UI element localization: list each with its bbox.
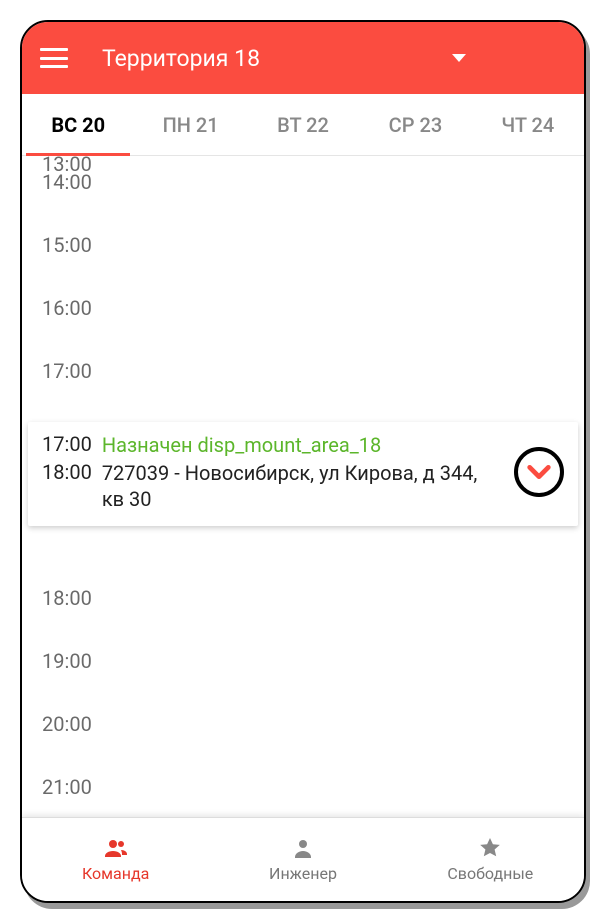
time-row: 13:00 [22, 156, 584, 170]
tab-label: ВС 20 [51, 113, 105, 137]
nav-label: Команда [82, 864, 149, 883]
hamburger-menu-icon[interactable] [40, 48, 68, 68]
nav-label: Свободные [447, 864, 533, 883]
nav-free[interactable]: Свободные [397, 818, 584, 901]
time-label: 18:00 [42, 586, 112, 610]
team-icon [102, 836, 130, 860]
tab-label: ПН 21 [163, 113, 219, 137]
app-screen: Территория 18 ВС 20 ПН 21 ВТ 22 СР 23 ЧТ… [20, 20, 586, 903]
day-tabs: ВС 20 ПН 21 ВТ 22 СР 23 ЧТ 24 [22, 94, 584, 156]
time-row: 16:00 [22, 296, 584, 359]
chevron-down-icon [514, 447, 564, 497]
tab-thu-24[interactable]: ЧТ 24 [472, 94, 584, 155]
time-label: 17:00 [42, 359, 112, 383]
event-body: Назначен disp_mount_area_18 727039 - Нов… [102, 432, 504, 512]
time-row: 21:00 [22, 775, 584, 817]
time-row: 20:00 [22, 712, 584, 775]
nav-label: Инженер [269, 864, 337, 883]
tab-label: СР 23 [389, 113, 443, 137]
tab-wed-23[interactable]: СР 23 [359, 94, 471, 155]
event-address: 727039 - Новосибирск, ул Кирова, д 344, … [102, 460, 504, 512]
tab-label: ВТ 22 [277, 113, 329, 137]
dropdown-caret-icon[interactable] [452, 54, 466, 62]
app-header: Территория 18 [22, 22, 584, 94]
event-times: 17:00 18:00 [42, 432, 92, 484]
event-assigned: Назначен disp_mount_area_18 [102, 432, 504, 458]
event-start-time: 17:00 [42, 432, 92, 456]
schedule-scroll[interactable]: 13:00 14:00 15:00 16:00 17:00 17:00 18:0… [22, 156, 584, 817]
event-card[interactable]: 17:00 18:00 Назначен disp_mount_area_18 … [28, 422, 578, 526]
time-label: 19:00 [42, 649, 112, 673]
territory-title: Территория 18 [102, 45, 260, 72]
tab-mon-21[interactable]: ПН 21 [134, 94, 246, 155]
tab-sun-20[interactable]: ВС 20 [22, 94, 134, 155]
territory-dropdown[interactable]: Территория 18 [96, 45, 424, 72]
star-icon [476, 836, 504, 860]
bottom-nav: Команда Инженер Свободные [22, 817, 584, 901]
time-label: 16:00 [42, 296, 112, 320]
tab-label: ЧТ 24 [501, 113, 554, 137]
time-row: 15:00 [22, 233, 584, 296]
nav-engineer[interactable]: Инженер [209, 818, 396, 901]
nav-team[interactable]: Команда [22, 818, 209, 901]
expand-button[interactable] [514, 447, 564, 497]
event-end-time: 18:00 [42, 460, 92, 484]
time-label: 14:00 [42, 170, 112, 194]
time-row: 14:00 [22, 170, 584, 233]
spacer [22, 526, 584, 586]
time-row: 19:00 [22, 649, 584, 712]
person-icon [289, 836, 317, 860]
tab-tue-22[interactable]: ВТ 22 [247, 94, 359, 155]
time-label: 20:00 [42, 712, 112, 736]
time-label: 15:00 [42, 233, 112, 257]
time-row: 17:00 [22, 359, 584, 422]
time-row: 18:00 [22, 586, 584, 649]
time-label: 21:00 [42, 775, 112, 799]
